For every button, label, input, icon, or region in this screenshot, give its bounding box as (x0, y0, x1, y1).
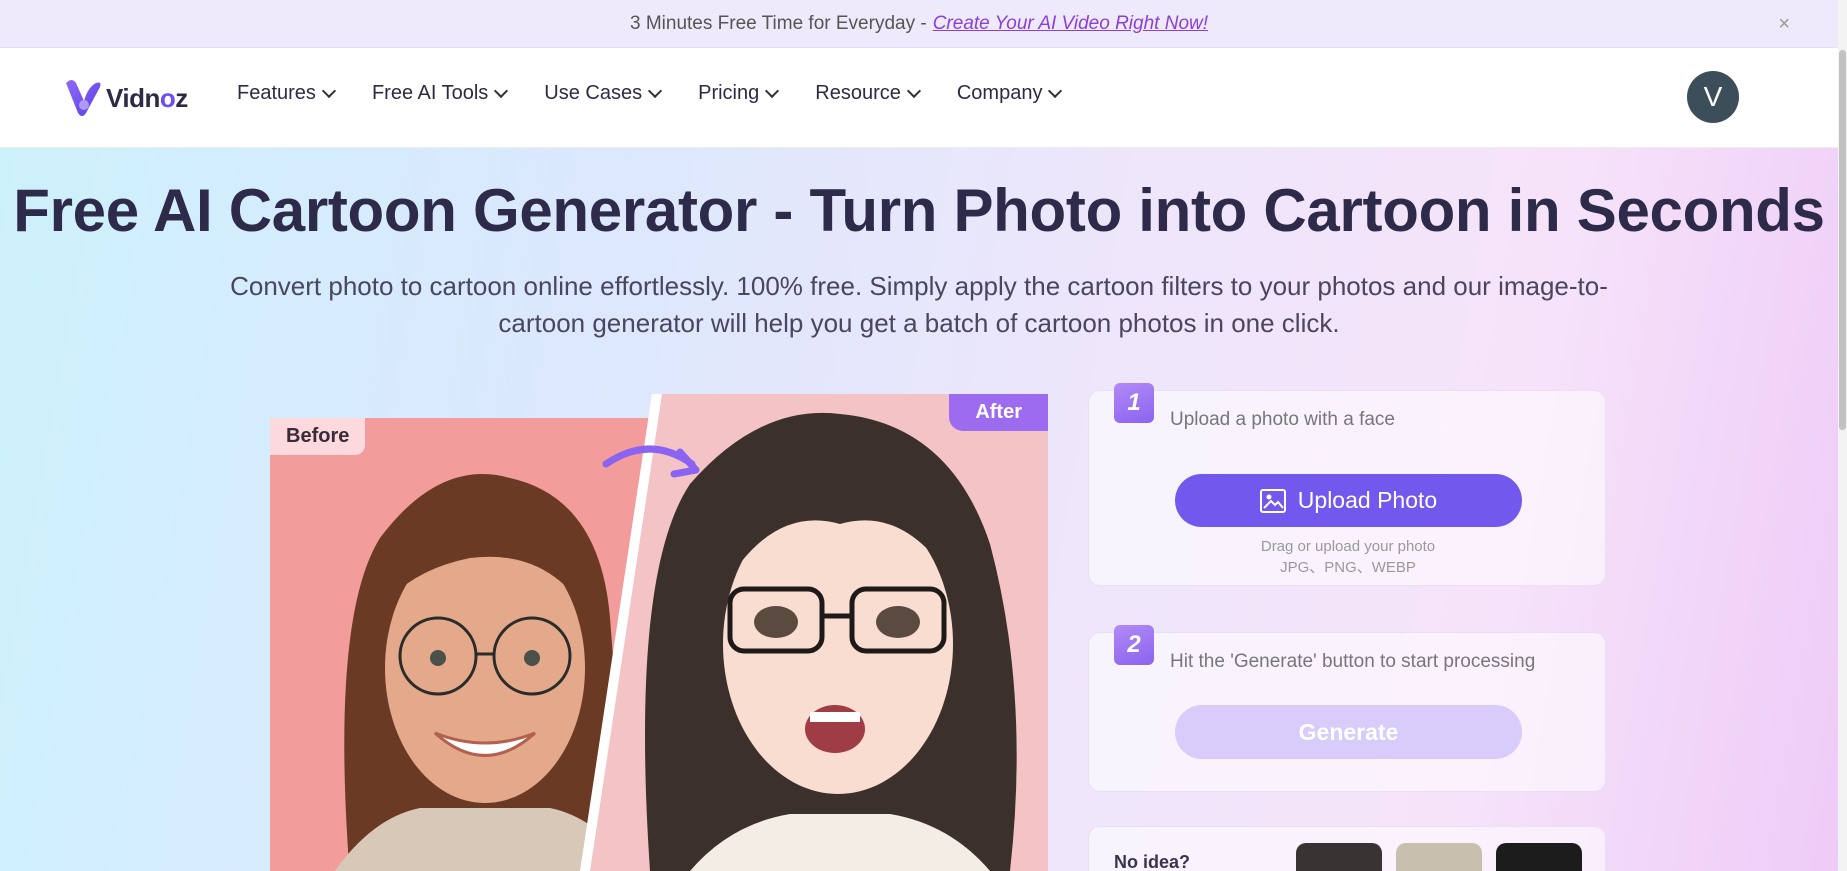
nav-label: Company (956, 82, 1043, 104)
nav-use-cases[interactable]: Use Cases (544, 82, 663, 105)
generate-button[interactable]: Generate (1175, 705, 1522, 759)
chevron-down-icon (321, 83, 337, 99)
format-hint: JPG、PNG、WEBP (1280, 559, 1416, 576)
samples-panel: No idea? (1088, 826, 1606, 871)
step-number: 1 (1114, 383, 1154, 423)
promo-link[interactable]: Create Your AI Video Right Now! (933, 13, 1208, 35)
scrollbar-thumb[interactable] (1839, 50, 1846, 430)
after-tag: After (949, 394, 1048, 431)
nav-label: Free AI Tools (371, 82, 489, 104)
step-number: 2 (1114, 625, 1154, 665)
chevron-down-icon (765, 83, 780, 99)
nav-pricing[interactable]: Pricing (698, 82, 780, 105)
upload-panel: 1 Upload a photo with a face Upload Phot… (1088, 383, 1607, 586)
promo-text: 3 Minutes Free Time for Everyday - (629, 12, 927, 34)
upload-hint[interactable]: Drag or upload your photo JPG、PNG、WEBP (1089, 536, 1607, 578)
drag-hint: Drag or upload your photo (1260, 538, 1436, 555)
arrow-icon (602, 445, 700, 478)
step-text: Hit the 'Generate' button to start proce… (1170, 651, 1536, 672)
chevron-down-icon (906, 83, 921, 99)
sample-thumbnail[interactable] (1396, 843, 1482, 871)
avatar[interactable]: V (1687, 71, 1739, 123)
nav-menu: Features Free AI Tools Use Cases Pricing… (237, 82, 1098, 105)
promo-bar: 3 Minutes Free Time for Everyday - Creat… (0, 0, 1838, 48)
sample-thumbnail[interactable] (1296, 843, 1382, 871)
image-icon (1259, 488, 1286, 513)
chevron-down-icon (1048, 83, 1063, 99)
close-icon[interactable]: × (1778, 13, 1790, 36)
hero-subtitle: Convert photo to cartoon online effortle… (230, 271, 1608, 338)
nav-features[interactable]: Features (237, 82, 337, 105)
before-tag: Before (270, 418, 366, 455)
nav-label: Features (237, 82, 316, 104)
vidnoz-logo[interactable]: Vidnoz (62, 76, 188, 120)
nav-label: Pricing (698, 82, 760, 104)
page-title: Free AI Cartoon Generator - Turn Photo i… (13, 177, 1825, 244)
logo-text: Vidnoz (106, 82, 188, 113)
nav-company[interactable]: Company (956, 82, 1063, 105)
chevron-down-icon (494, 83, 509, 99)
scrollbar[interactable] (1838, 0, 1847, 871)
hero-section: Free AI Cartoon Generator - Turn Photo i… (0, 148, 1838, 871)
nav-label: Use Cases (544, 82, 643, 104)
sample-thumbnail[interactable] (1496, 843, 1582, 871)
nav-label: Resource (815, 82, 901, 104)
generate-panel: 2 Hit the 'Generate' button to start pro… (1088, 625, 1606, 792)
upload-photo-button[interactable]: Upload Photo (1175, 474, 1522, 527)
nav-resource[interactable]: Resource (815, 82, 921, 105)
nav-free-ai-tools[interactable]: Free AI Tools (371, 82, 509, 105)
main-nav: Vidnoz Features Free AI Tools Use Cases … (0, 48, 1838, 148)
samples-label: No idea? (1114, 852, 1191, 871)
upload-label: Upload Photo (1297, 487, 1438, 513)
logo-icon (66, 80, 101, 116)
chevron-down-icon (648, 83, 663, 99)
step-text: Upload a photo with a face (1170, 409, 1395, 430)
before-after-image: Before After (270, 394, 1048, 871)
